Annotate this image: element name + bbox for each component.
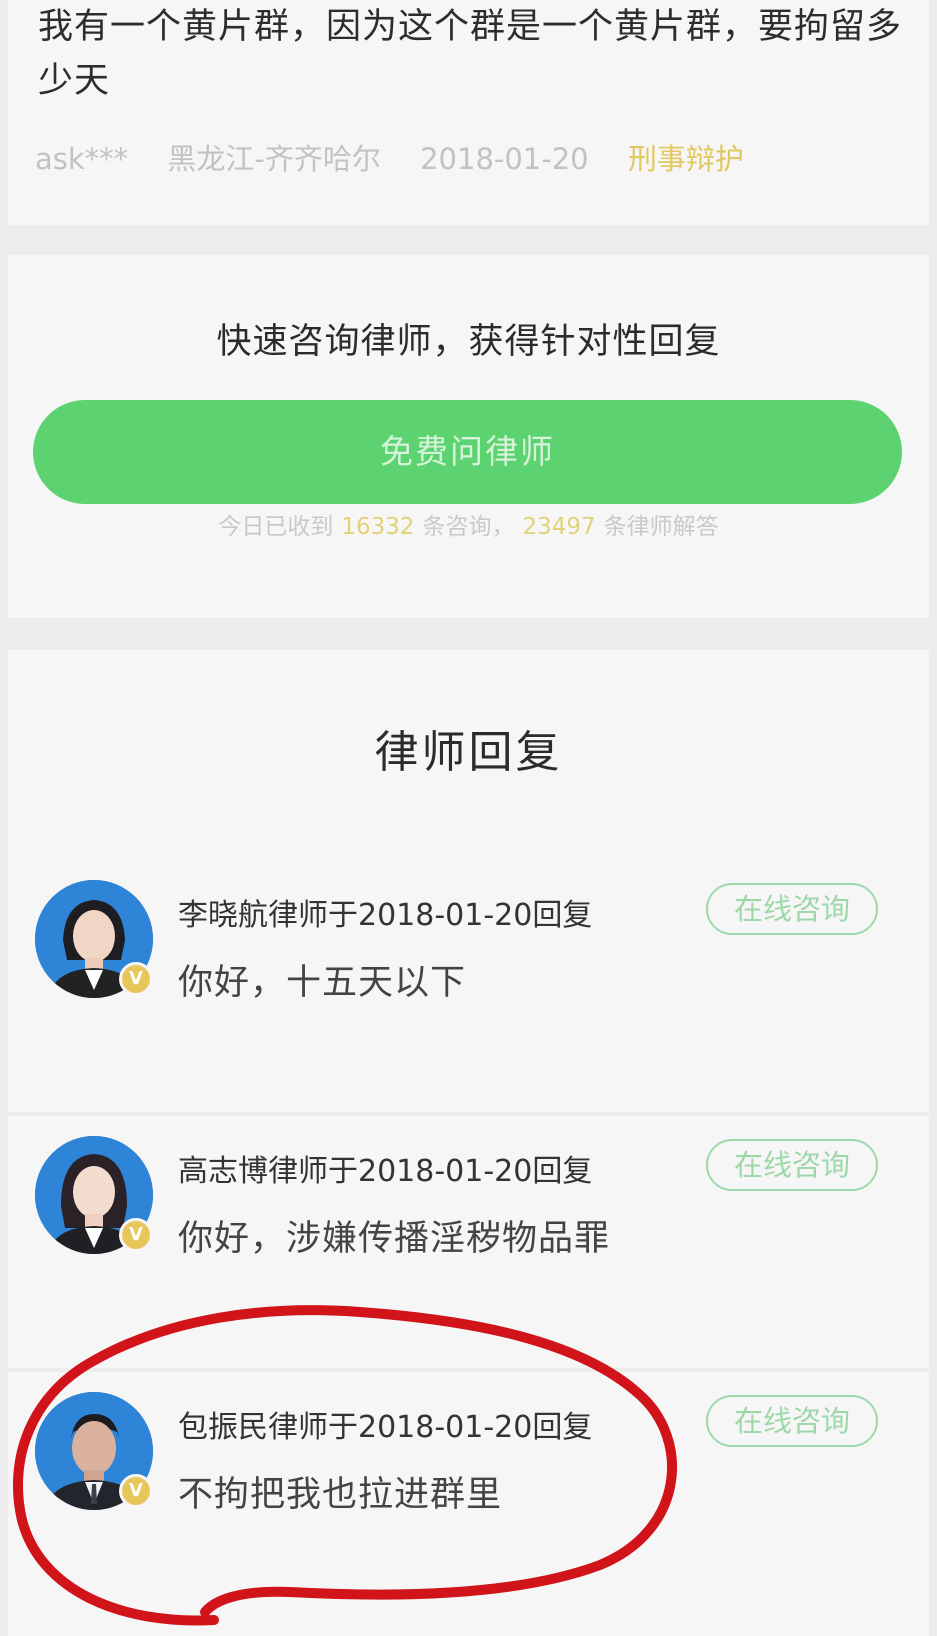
avatar[interactable]: V [35,880,153,998]
stats-suffix: 条律师解答 [603,514,719,540]
verified-badge-icon: V [119,1218,153,1252]
stats-prefix: 今日已收到 [218,514,334,540]
stats-middle: 条咨询， [422,514,515,540]
online-consult-button[interactable]: 在线咨询 [706,1139,878,1191]
reply-item: V 包振民律师于2018-01-20回复 不拘把我也拉进群里 在线咨询 [8,1392,929,1636]
online-consult-button[interactable]: 在线咨询 [706,1395,878,1447]
consult-count: 16332 [341,514,415,540]
lawyer-replies-card: 律师回复 V 李晓航律师于2018-01-20回复 你好，十五天以下 在线咨询 [8,650,929,1636]
question-user: ask*** [35,142,129,176]
cta-stats: 今日已收到 16332 条咨询， 23497 条律师解答 [8,507,929,541]
reply-text: 你好，十五天以下 [178,963,467,1003]
question-card: 我有一个黄片群，因为这个群是一个黄片群，要拘留多少天 ask*** 黑龙江-齐齐… [8,0,929,225]
reply-header: 包振民律师于2018-01-20回复 [178,1410,593,1445]
reply-item: V 高志博律师于2018-01-20回复 你好，涉嫌传播淫秽物品罪 在线咨询 [8,1136,929,1386]
reply-header: 高志博律师于2018-01-20回复 [178,1154,593,1189]
consult-cta-card: 快速咨询律师，获得针对性回复 免费问律师 今日已收到 16332 条咨询， 23497… [8,255,929,618]
verified-badge-icon: V [119,1474,153,1508]
reply-text: 你好，涉嫌传播淫秽物品罪 [178,1219,611,1259]
section-title: 律师回复 [374,727,563,778]
avatar[interactable]: V [35,1136,153,1254]
online-consult-button[interactable]: 在线咨询 [706,883,878,935]
divider [8,1368,929,1372]
reply-header: 李晓航律师于2018-01-20回复 [178,898,593,933]
question-title: 我有一个黄片群，因为这个群是一个黄片群，要拘留多少天 [38,7,903,101]
verified-badge-icon: V [119,962,153,996]
question-meta: ask*** 黑龙江-齐齐哈尔 2018-01-20 刑事辩护 [35,136,774,178]
reply-text: 不拘把我也拉进群里 [178,1475,503,1515]
free-ask-lawyer-button[interactable]: 免费问律师 [33,400,902,504]
answer-count: 23497 [522,514,596,540]
reply-item: V 李晓航律师于2018-01-20回复 你好，十五天以下 在线咨询 [8,880,929,1130]
question-location: 黑龙江-齐齐哈尔 [167,142,381,176]
divider [8,1112,929,1116]
question-category-tag[interactable]: 刑事辩护 [628,142,744,176]
avatar[interactable]: V [35,1392,153,1510]
question-date: 2018-01-20 [420,142,589,176]
cta-title: 快速咨询律师，获得针对性回复 [216,322,721,362]
